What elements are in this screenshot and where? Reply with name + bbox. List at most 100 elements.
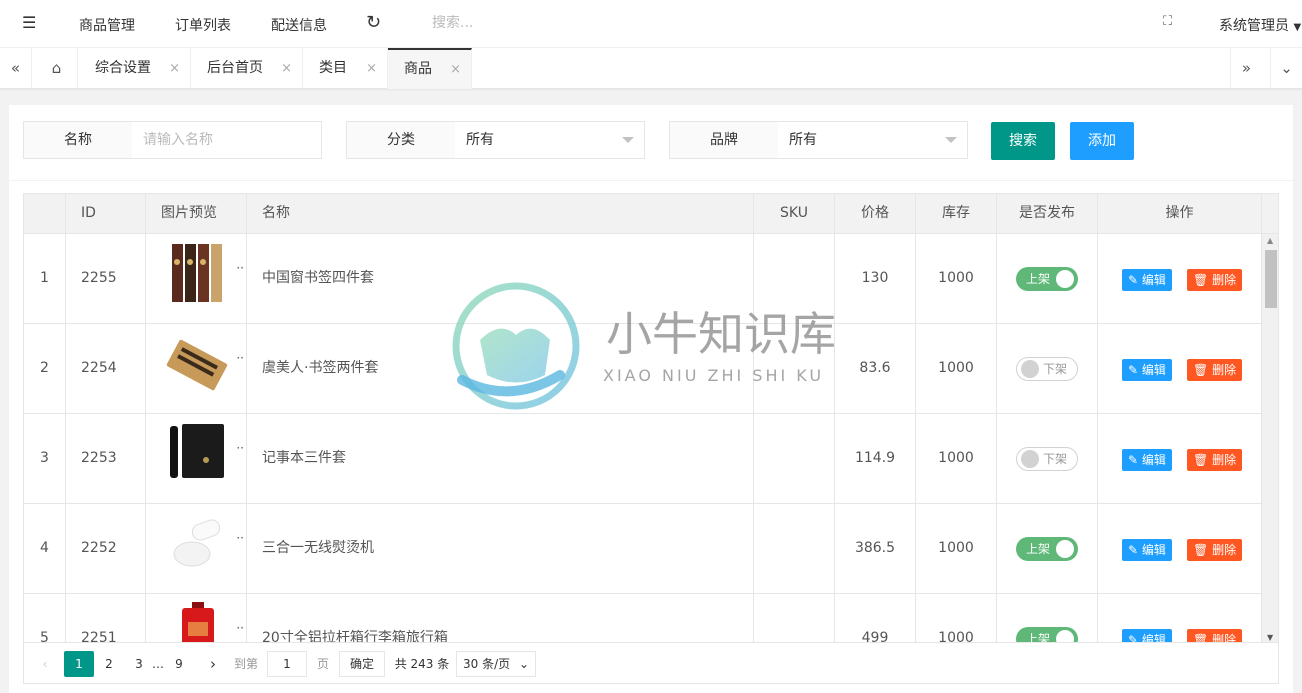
publish-toggle[interactable]: 上架 [1016,267,1078,291]
row-index: 1 [24,234,66,324]
tabs-scroll-right-icon[interactable]: » [1230,48,1262,89]
row-sku [754,324,835,414]
page-unit: 页 [316,657,329,671]
scroll-up-icon[interactable]: ▲ [1267,236,1273,245]
chevron-down-icon: ▼ [1293,22,1302,33]
row-name: 三合一无线熨烫机 [247,504,754,594]
delete-label: 删除 [1212,453,1237,467]
row-image: ·· [146,234,247,324]
user-menu[interactable]: 系统管理员 ▼ [1219,15,1301,35]
row-price: 83.6 [835,324,916,414]
row-id: 2254 [66,324,146,414]
delete-button[interactable]: 🗑 删除 [1187,539,1243,561]
tab-label: 商品 [404,61,432,77]
row-price: 499 [835,594,916,642]
brand-filter-label: 品牌 [669,121,779,159]
search-input[interactable] [432,15,552,31]
product-thumbnail[interactable] [166,332,228,394]
fullscreen-icon[interactable]: ⛶ [1163,14,1172,29]
row-stock: 1000 [916,594,997,642]
edit-button[interactable]: ✎ 编辑 [1122,629,1172,643]
goto-page-input[interactable]: 1 [267,651,307,677]
publish-toggle[interactable]: 下架 [1016,357,1078,381]
row-sku [754,414,835,504]
delete-button[interactable]: 🗑 删除 [1187,359,1243,381]
next-page-icon[interactable]: › [206,651,220,677]
home-icon[interactable]: ⌂ [36,48,78,89]
close-icon[interactable]: × [281,48,292,89]
page-2[interactable]: 2 [104,651,114,677]
tabs-menu-chevron-icon[interactable]: ⌄ [1270,48,1302,89]
prev-page-icon[interactable]: ‹ [38,651,52,677]
pencil-icon: ✎ [1128,543,1142,557]
category-select[interactable]: 所有 [455,121,645,159]
table-row: 5 2251 ·· 20寸全铝拉杆箱行李箱旅行箱 499 1000 上架 ✎ 编辑 🗑 删除 [24,594,1262,643]
page-3[interactable]: 3 [134,651,144,677]
publish-toggle[interactable]: 上架 [1016,537,1078,561]
edit-button[interactable]: ✎ 编辑 [1122,359,1172,381]
main-card: 名称 请输入名称 分类 所有 品牌 所有 搜索 添加 ID 图片预览 名称 SK… [9,105,1293,693]
close-icon[interactable]: × [169,48,180,89]
product-thumbnail[interactable] [166,512,228,574]
tab-admin-home[interactable]: 后台首页 × [191,48,303,89]
delete-button[interactable]: 🗑 删除 [1187,629,1243,643]
pencil-icon: ✎ [1128,273,1142,287]
row-name: 记事本三件套 [247,414,754,504]
trash-icon: 🗑 [1193,543,1213,557]
edit-button[interactable]: ✎ 编辑 [1122,449,1172,471]
row-actions: ✎ 编辑 🗑 删除 [1098,504,1262,594]
table-scrollbar[interactable]: ▲ ▼ [1262,234,1278,642]
product-thumbnail[interactable] [166,602,228,642]
page-size-select[interactable]: 30 条/页 ⌄ [456,651,536,677]
scroll-down-icon[interactable]: ▼ [1267,633,1273,642]
row-id: 2252 [66,504,146,594]
tab-category[interactable]: 类目 × [303,48,388,89]
tab-general-settings[interactable]: 综合设置 × [79,48,191,89]
table-row: 1 2255 ·· 中国窗书签四件套 130 1000 上架 ✎ 编辑 🗑 删除 [24,234,1262,324]
scroll-thumb[interactable] [1265,250,1277,308]
category-filter-label: 分类 [346,121,456,159]
page-9[interactable]: 9 [174,651,184,677]
product-thumbnail[interactable] [166,242,228,304]
publish-toggle[interactable]: 上架 [1016,627,1078,642]
header-name: 名称 [247,194,754,234]
page-1[interactable]: 1 [64,651,94,677]
edit-label: 编辑 [1141,453,1166,467]
delete-button[interactable]: 🗑 删除 [1187,269,1243,291]
goto-confirm-button[interactable]: 确定 [339,651,385,677]
nav-product-manage[interactable]: 商品管理 [79,15,135,35]
edit-button[interactable]: ✎ 编辑 [1122,539,1172,561]
tab-products[interactable]: 商品 × [388,48,472,89]
category-select-value: 所有 [466,132,494,148]
tab-label: 后台首页 [207,60,263,76]
header-stock: 库存 [916,194,997,234]
brand-select[interactable]: 所有 [778,121,968,159]
close-icon[interactable]: × [366,48,377,89]
close-icon[interactable]: × [450,50,461,89]
nav-order-list[interactable]: 订单列表 [175,15,231,35]
row-published: 下架 [997,324,1098,414]
header-index [24,194,66,234]
add-button[interactable]: 添加 [1070,122,1134,160]
top-header: ☰ 商品管理 订单列表 配送信息 ↻ ⛶ 系统管理员 ▼ [0,0,1302,48]
thumbnail-more: ·· [236,351,244,365]
publish-toggle[interactable]: 下架 [1016,447,1078,471]
thumbnail-more: ·· [236,261,244,275]
edit-label: 编辑 [1141,633,1166,643]
trash-icon: 🗑 [1193,633,1213,643]
delete-button[interactable]: 🗑 删除 [1187,449,1243,471]
thumbnail-more: ·· [236,531,244,545]
name-filter-input[interactable]: 请输入名称 [132,121,322,159]
nav-delivery-info[interactable]: 配送信息 [271,15,327,35]
delete-label: 删除 [1212,633,1237,643]
menu-toggle-icon[interactable]: ☰ [22,14,40,32]
name-filter-label: 名称 [23,121,133,159]
row-sku [754,234,835,324]
toggle-label: 下架 [1043,452,1068,466]
total-count: 共 243 条 [394,657,450,671]
product-thumbnail[interactable] [166,422,228,484]
tabs-scroll-left-icon[interactable]: « [0,48,32,89]
refresh-icon[interactable]: ↻ [366,12,381,33]
edit-button[interactable]: ✎ 编辑 [1122,269,1172,291]
search-button[interactable]: 搜索 [991,122,1055,160]
